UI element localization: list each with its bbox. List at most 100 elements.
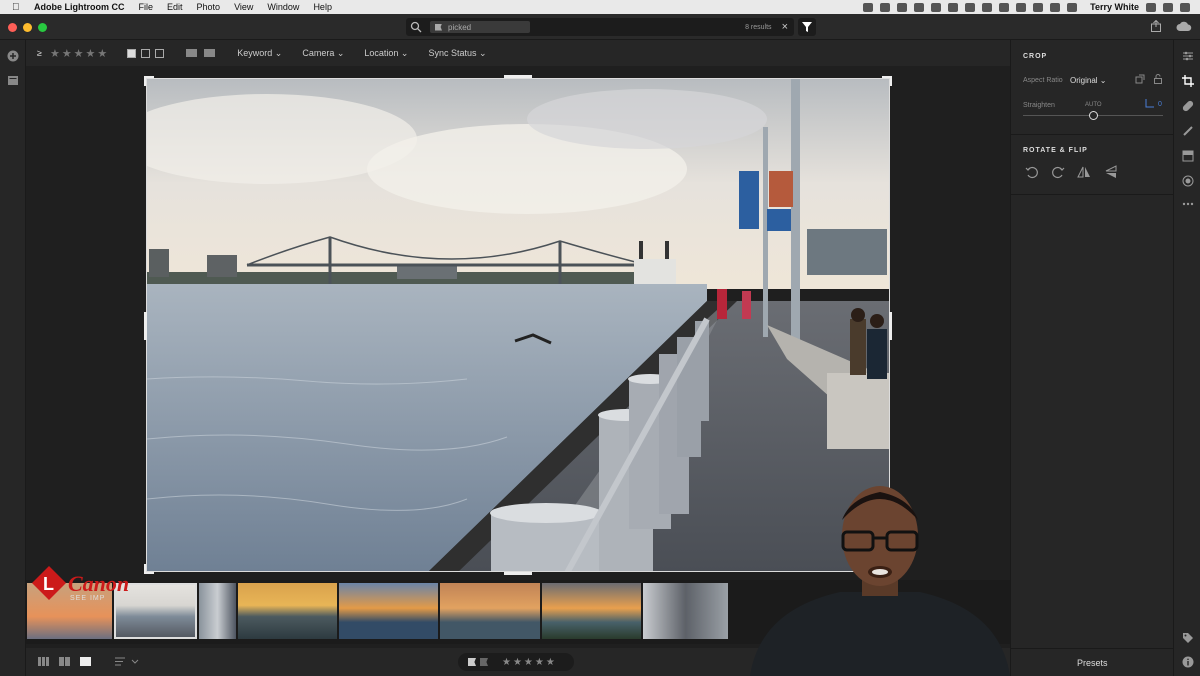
search-filter-chip[interactable]: picked — [430, 21, 530, 33]
add-photos-icon[interactable] — [7, 50, 19, 62]
section-divider — [1011, 134, 1174, 135]
camera-filter-dropdown[interactable]: Camera — [302, 48, 344, 59]
constrain-lock-icon[interactable] — [1153, 74, 1163, 84]
presets-button[interactable]: Presets — [1077, 658, 1108, 668]
location-filter-dropdown[interactable]: Location — [364, 48, 408, 59]
zoom-window-button[interactable] — [38, 23, 47, 32]
brush-icon[interactable] — [1182, 125, 1194, 137]
library-icon[interactable] — [7, 74, 19, 86]
status-icon[interactable] — [948, 2, 959, 12]
straighten-value[interactable]: 0 — [1158, 101, 1162, 108]
straighten-slider-thumb[interactable] — [1088, 111, 1098, 120]
search-field[interactable]: picked 8 results × — [406, 18, 794, 36]
spotlight-icon[interactable] — [1146, 2, 1156, 12]
menu-view[interactable]: View — [234, 2, 253, 12]
presenter-video-overlay — [750, 480, 1010, 676]
crop-handle-bottom[interactable] — [504, 572, 532, 575]
status-icon[interactable] — [914, 2, 925, 12]
flip-vertical-icon[interactable] — [1104, 165, 1118, 179]
menu-help[interactable]: Help — [313, 2, 332, 12]
straighten-auto-button[interactable]: AUTO — [1085, 102, 1102, 108]
rating-filter-stars[interactable]: ★★★★★ — [50, 47, 109, 60]
notification-center-icon[interactable] — [1180, 2, 1190, 12]
info-icon[interactable] — [1182, 656, 1194, 668]
rotate-left-icon[interactable] — [1025, 165, 1039, 179]
status-icon[interactable] — [982, 2, 993, 12]
filmstrip-thumb[interactable] — [339, 583, 438, 639]
unflagged-filter[interactable] — [141, 48, 151, 58]
volume-icon[interactable] — [1050, 2, 1061, 12]
linear-gradient-icon[interactable] — [1182, 150, 1194, 162]
crop-section-title: CROP — [1023, 53, 1048, 60]
rating-flag-control: ★★★★★ — [458, 653, 574, 671]
wifi-icon[interactable] — [1033, 2, 1044, 12]
tag-icon[interactable] — [1182, 632, 1194, 644]
battery-icon[interactable] — [1067, 2, 1078, 12]
rotate-crop-icon[interactable] — [1135, 74, 1145, 84]
status-icon[interactable] — [1016, 2, 1027, 12]
reject-flag-icon[interactable] — [480, 658, 488, 666]
siri-icon[interactable] — [1163, 2, 1173, 12]
rejected-flag-filter[interactable] — [155, 48, 165, 58]
lightroom-window:  Adobe Lightroom CC File Edit Photo Vie… — [0, 0, 1200, 676]
photo-grid-view-icon[interactable] — [59, 657, 70, 666]
cloud-icon[interactable] — [1176, 20, 1192, 32]
detail-view-icon[interactable] — [80, 657, 91, 666]
keyword-filter-dropdown[interactable]: Keyword — [237, 48, 282, 59]
filmstrip-thumb[interactable] — [643, 583, 728, 639]
left-nav-strip — [0, 40, 26, 676]
rotate-right-icon[interactable] — [1051, 165, 1065, 179]
flip-horizontal-icon[interactable] — [1077, 165, 1091, 179]
status-icon[interactable] — [880, 2, 891, 12]
status-icon[interactable] — [999, 2, 1010, 12]
filmstrip-thumb[interactable] — [238, 583, 337, 639]
crop-icon[interactable] — [1182, 75, 1194, 87]
share-icon[interactable] — [1150, 20, 1162, 32]
rating-stars[interactable]: ★★★★★ — [502, 657, 557, 668]
status-icon[interactable] — [931, 2, 942, 12]
crop-handle-right[interactable] — [889, 312, 892, 340]
menu-app-name[interactable]: Adobe Lightroom CC — [34, 2, 125, 12]
menu-window[interactable]: Window — [267, 2, 299, 12]
video-filter-icon[interactable] — [204, 49, 216, 57]
view-mode-buttons — [38, 657, 91, 666]
sliders-icon[interactable] — [1182, 50, 1194, 62]
search-icon — [410, 21, 422, 33]
picked-flag-filter[interactable] — [127, 48, 137, 58]
section-divider — [1011, 648, 1174, 649]
healing-icon[interactable] — [1182, 100, 1194, 112]
apple-icon[interactable]:  — [12, 2, 24, 13]
clear-search-icon[interactable]: × — [782, 21, 788, 33]
crop-handle-top-right[interactable] — [882, 76, 892, 86]
menu-file[interactable]: File — [139, 2, 154, 12]
minimize-window-button[interactable] — [23, 23, 32, 32]
filmstrip-thumb[interactable] — [542, 583, 641, 639]
canon-logo-icon: L — [32, 566, 66, 600]
pick-flag-icon[interactable] — [468, 658, 476, 666]
menu-photo[interactable]: Photo — [197, 2, 221, 12]
radial-gradient-icon[interactable] — [1182, 175, 1194, 187]
rating-operator[interactable]: ≥ — [37, 48, 42, 58]
menu-edit[interactable]: Edit — [167, 2, 183, 12]
menubar-user-name[interactable]: Terry White — [1090, 2, 1139, 12]
photo-filter-icon[interactable] — [186, 49, 198, 57]
status-icon[interactable] — [965, 2, 976, 12]
status-icon[interactable] — [897, 2, 908, 12]
close-window-button[interactable] — [8, 23, 17, 32]
more-icon[interactable] — [1182, 198, 1194, 210]
sync-status-filter-dropdown[interactable]: Sync Status — [428, 48, 486, 59]
crop-handle-top-left[interactable] — [144, 76, 154, 86]
aspect-ratio-dropdown[interactable]: Original ⌄ — [1070, 76, 1107, 85]
status-icon[interactable] — [863, 2, 874, 12]
crop-handle-left[interactable] — [144, 312, 147, 340]
straighten-tool-icon[interactable] — [1145, 98, 1155, 108]
sort-icon[interactable] — [114, 657, 140, 666]
filter-toggle-button[interactable] — [798, 18, 816, 36]
window-controls — [8, 23, 47, 32]
crop-handle-top[interactable] — [504, 75, 532, 78]
title-bar: picked 8 results × — [0, 14, 1200, 40]
filmstrip-thumb[interactable] — [440, 583, 540, 639]
square-grid-view-icon[interactable] — [38, 657, 49, 666]
media-type-filters — [186, 49, 216, 57]
filmstrip-thumb[interactable] — [199, 583, 236, 639]
